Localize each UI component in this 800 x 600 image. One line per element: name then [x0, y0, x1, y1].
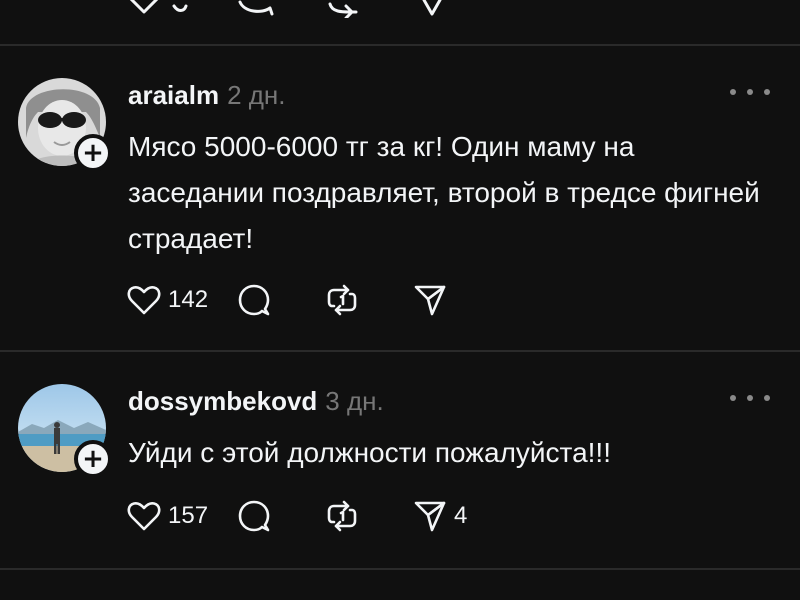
- share-button[interactable]: [412, 282, 492, 318]
- like-count: 157: [168, 502, 209, 529]
- more-options-button[interactable]: [730, 388, 770, 408]
- username[interactable]: dossymbekovd: [128, 386, 317, 417]
- more-options-button[interactable]: [730, 82, 770, 102]
- post-text: Уйди с этой должности пожалуйста!!!: [128, 437, 611, 468]
- timestamp: 3 дн.: [325, 386, 384, 416]
- follow-plus-button[interactable]: +: [74, 440, 112, 478]
- like-count: 142: [168, 286, 209, 313]
- more-icon-dot: [730, 395, 736, 401]
- post-header: dossymbekovd 3 дн.: [128, 386, 384, 422]
- heart-icon: [127, 285, 161, 315]
- repost-icon: [328, 2, 358, 20]
- post-actions: 142: [126, 282, 492, 318]
- more-icon-dot: [764, 89, 770, 95]
- reply-button[interactable]: [236, 282, 324, 318]
- post-item[interactable]: + dossymbekovd 3 дн. Уйди с этой должнос…: [0, 384, 800, 568]
- reply-button[interactable]: [236, 498, 324, 534]
- share-icon: [422, 0, 442, 16]
- timestamp: 2 дн.: [227, 80, 286, 110]
- share-icon: [414, 501, 446, 532]
- previous-post-actions: [0, 0, 800, 20]
- username[interactable]: araialm: [128, 80, 219, 111]
- repost-icon: [327, 284, 357, 316]
- post-item[interactable]: + araialm 2 дн. Мясо 5000-6000 тг за кг!…: [0, 78, 800, 350]
- post-header: araialm 2 дн.: [128, 80, 286, 116]
- more-icon-dot: [764, 395, 770, 401]
- repost-button[interactable]: [324, 498, 412, 534]
- threads-feed: + araialm 2 дн. Мясо 5000-6000 тг за кг!…: [0, 0, 800, 600]
- more-icon-dot: [747, 395, 753, 401]
- like-button[interactable]: 157: [126, 498, 236, 534]
- share-count: 4: [454, 502, 468, 529]
- like-count-fragment: [172, 4, 188, 12]
- repost-button[interactable]: [324, 282, 412, 318]
- more-icon-dot: [730, 89, 736, 95]
- more-icon-dot: [747, 89, 753, 95]
- post-text: Мясо 5000-6000 тг за кг! Один маму на за…: [128, 131, 760, 254]
- comment-icon: [238, 284, 270, 316]
- avatar-container[interactable]: +: [18, 384, 112, 478]
- share-icon: [414, 285, 446, 316]
- like-button[interactable]: 142: [126, 282, 236, 318]
- heart-icon: [129, 0, 159, 14]
- plus-icon: +: [82, 444, 104, 474]
- comment-icon: [238, 500, 270, 532]
- post-actions: 157 4: [126, 498, 492, 534]
- comment-icon: [238, 0, 274, 16]
- avatar-container[interactable]: +: [18, 78, 112, 172]
- post-divider: [0, 568, 800, 570]
- share-button[interactable]: 4: [412, 498, 492, 534]
- post-divider: [0, 350, 800, 352]
- heart-icon: [127, 501, 161, 531]
- post-divider: [0, 44, 800, 46]
- repost-icon: [327, 500, 357, 532]
- plus-icon: +: [82, 138, 104, 168]
- follow-plus-button[interactable]: +: [74, 134, 112, 172]
- previous-post-action-icons: [129, 0, 442, 20]
